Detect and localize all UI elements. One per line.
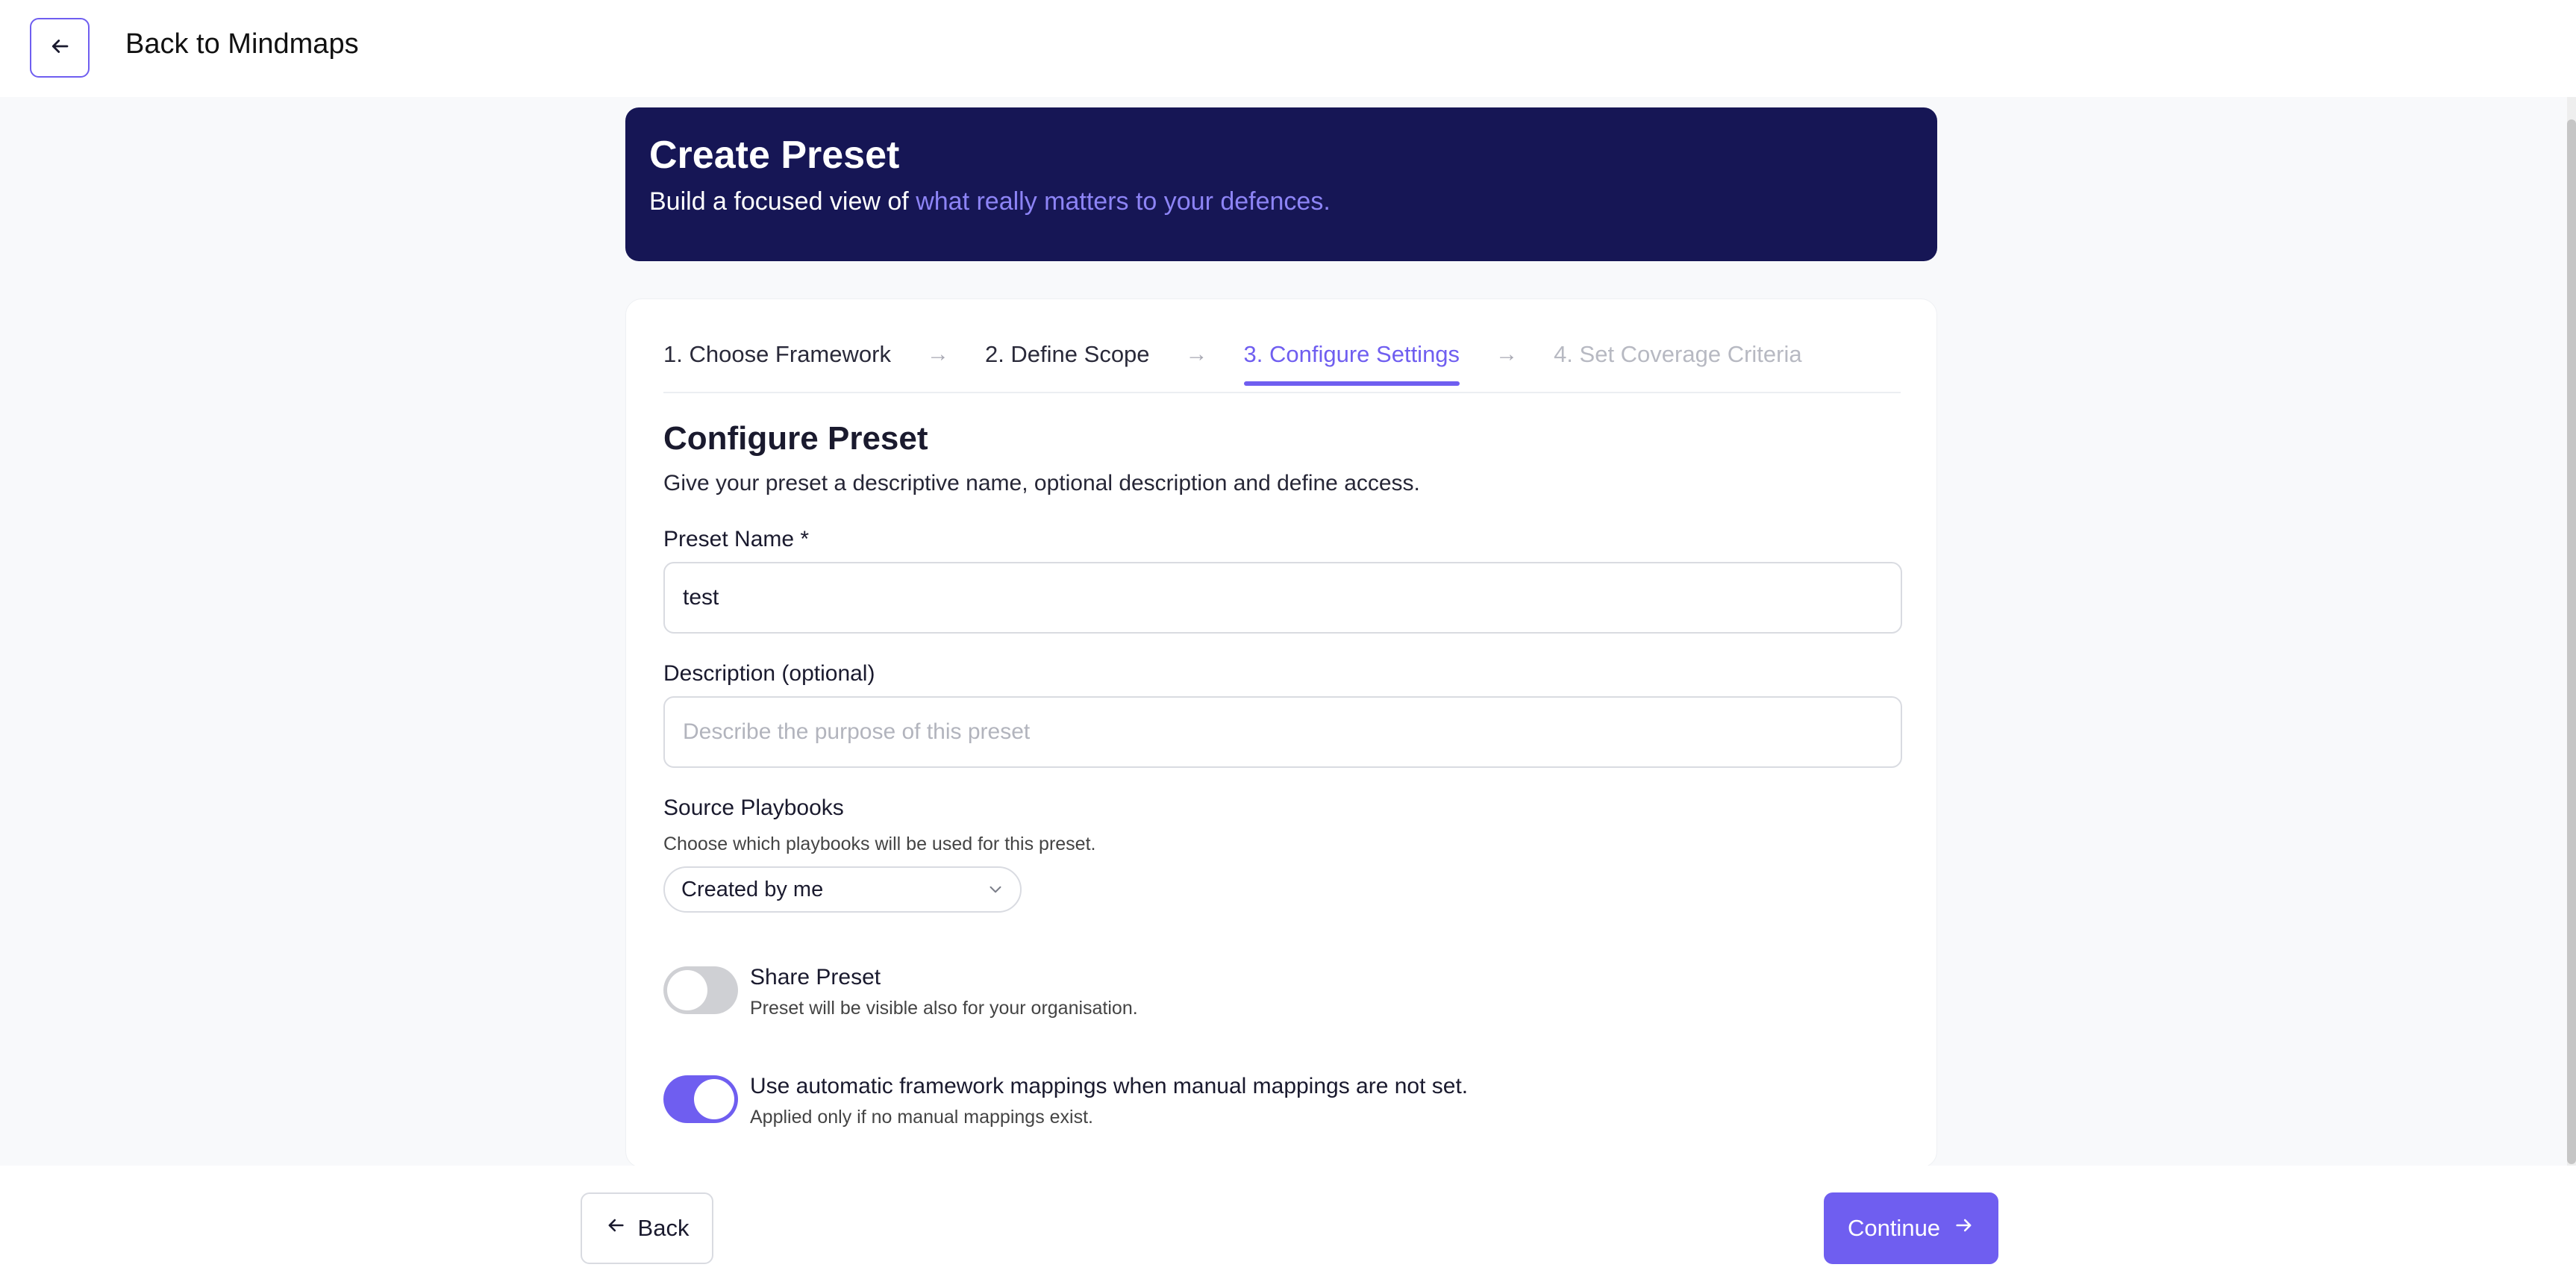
preset-name-label: Preset Name * xyxy=(663,527,810,551)
auto-mapping-title: Use automatic framework mappings when ma… xyxy=(750,1074,1469,1098)
toggle-knob xyxy=(667,970,707,1010)
back-button[interactable]: Back xyxy=(581,1192,713,1264)
arrow-right-icon: → xyxy=(926,342,949,366)
chevron-down-icon xyxy=(986,880,1005,905)
arrow-left-icon xyxy=(605,1215,626,1242)
source-playbooks-value: Created by me xyxy=(681,877,824,901)
preset-name-input[interactable] xyxy=(663,562,1902,634)
stepper: 1. Choose Framework → 2. Define Scope → … xyxy=(663,341,1901,393)
source-playbooks-select[interactable]: Created by me xyxy=(663,866,1022,913)
arrow-right-icon: → xyxy=(1185,342,1208,366)
auto-mapping-subtitle: Applied only if no manual mappings exist… xyxy=(750,1107,1093,1128)
top-bar: Back to Mindmaps xyxy=(0,0,2576,97)
back-to-mindmaps-button[interactable] xyxy=(30,18,90,78)
description-input[interactable] xyxy=(663,696,1902,768)
hero-subtitle: Build a focused view of what really matt… xyxy=(649,187,1913,216)
source-playbooks-helper: Choose which playbooks will be used for … xyxy=(663,834,1096,854)
auto-mapping-toggle[interactable] xyxy=(663,1075,738,1123)
scrollbar-thumb[interactable] xyxy=(2567,119,2576,1164)
arrow-right-icon xyxy=(1954,1215,1975,1242)
step-choose-framework[interactable]: 1. Choose Framework xyxy=(663,341,891,384)
hero-banner: Create Preset Build a focused view of wh… xyxy=(625,107,1937,261)
share-preset-toggle[interactable] xyxy=(663,966,738,1014)
continue-button-label: Continue xyxy=(1847,1215,1941,1241)
hero-title: Create Preset xyxy=(649,134,900,177)
step-define-scope[interactable]: 2. Define Scope xyxy=(985,341,1150,384)
hero-subtitle-accent: what really matters to your defences. xyxy=(916,187,1331,216)
hero-subtitle-text: Build a focused view of xyxy=(649,187,916,216)
description-label: Description (optional) xyxy=(663,661,875,686)
section-title: Configure Preset xyxy=(663,420,928,457)
share-preset-title: Share Preset xyxy=(750,965,881,989)
toggle-knob xyxy=(694,1079,734,1119)
footer-bar: Back Continue xyxy=(0,1166,2576,1285)
section-subtitle: Give your preset a descriptive name, opt… xyxy=(663,471,1420,495)
step-configure-settings[interactable]: 3. Configure Settings xyxy=(1243,341,1460,386)
continue-button[interactable]: Continue xyxy=(1824,1192,1998,1264)
configure-card: 1. Choose Framework → 2. Define Scope → … xyxy=(625,298,1937,1168)
share-preset-subtitle: Preset will be visible also for your org… xyxy=(750,998,1138,1019)
back-button-label: Back xyxy=(637,1215,690,1241)
arrow-left-icon xyxy=(49,35,71,61)
arrow-right-icon: → xyxy=(1495,342,1519,366)
page-title: Back to Mindmaps xyxy=(125,28,359,60)
source-playbooks-label: Source Playbooks xyxy=(663,795,844,820)
step-set-coverage-criteria: 4. Set Coverage Criteria xyxy=(1554,341,1802,367)
